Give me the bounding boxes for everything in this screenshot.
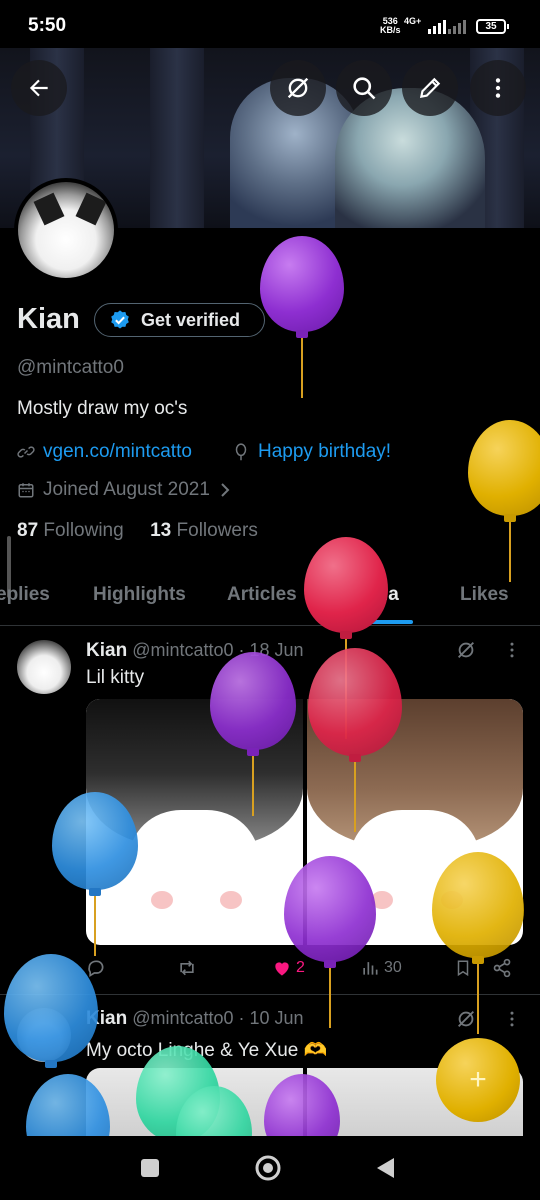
tab-articles[interactable]: Articles: [227, 584, 297, 606]
website-link[interactable]: vgen.co/mintcatto: [43, 441, 192, 463]
post-author-name[interactable]: Kian: [86, 1008, 127, 1029]
profile-bio: Mostly draw my oc's: [17, 398, 188, 419]
post-text: My octo Linghe & Ye Xue 🫶: [86, 1040, 328, 1061]
tab-highlights[interactable]: Highlights: [93, 584, 186, 606]
reply-icon: [88, 960, 104, 977]
status-time: 5:50: [28, 15, 67, 36]
post-media[interactable]: [86, 699, 523, 945]
profile-name: Kian: [17, 303, 80, 335]
repost-button[interactable]: [176, 958, 198, 978]
media-image-1[interactable]: [86, 1068, 303, 1138]
view-count: 30: [384, 959, 402, 976]
post-date[interactable]: · 18 Jun: [239, 640, 304, 660]
network-type: 4G+: [404, 16, 422, 26]
post-author-handle[interactable]: @mintcatto0: [132, 640, 233, 660]
follow-counts: 87 Following 13 Followers: [17, 520, 258, 542]
post-avatar[interactable]: [17, 1008, 71, 1062]
post-more-icon[interactable]: [502, 1009, 522, 1029]
more-vertical-icon: [495, 78, 501, 98]
post-more-icon[interactable]: [502, 640, 522, 660]
following-link[interactable]: 87 Following: [17, 520, 124, 541]
profile-website[interactable]: vgen.co/mintcatto: [17, 441, 192, 463]
profile-joined[interactable]: Joined August 2021: [17, 479, 232, 501]
bookmark-button[interactable]: [454, 958, 472, 978]
profile-birthday: Happy birthday!: [232, 441, 391, 463]
calendar-icon: [18, 483, 34, 498]
balloon-icon: [235, 443, 247, 461]
signal-icon: [428, 18, 446, 34]
nav-square-icon[interactable]: [140, 1158, 160, 1178]
media-image-1[interactable]: [86, 699, 303, 945]
share-button[interactable]: [492, 958, 512, 978]
views-button[interactable]: 30: [360, 958, 402, 978]
post-author-handle[interactable]: @mintcatto0: [132, 1008, 233, 1028]
search-button[interactable]: [336, 60, 392, 116]
tab-media[interactable]: Media: [345, 584, 399, 606]
followers-link[interactable]: 13 Followers: [150, 520, 258, 541]
post-header: Kian @mintcatto0 · 18 Jun: [86, 640, 304, 662]
verified-badge-icon: [111, 310, 129, 329]
post-actions: 2 30: [86, 958, 523, 984]
post-text: Lil kitty: [86, 667, 145, 688]
nav-home-icon[interactable]: [254, 1154, 282, 1182]
grok-button[interactable]: [270, 60, 326, 116]
profile-handle: @mintcatto0: [17, 357, 124, 378]
grok-icon[interactable]: [455, 639, 477, 661]
nav-back-icon[interactable]: [374, 1156, 396, 1180]
tab-likes[interactable]: Likes: [460, 584, 509, 606]
active-tab-indicator: [343, 620, 413, 624]
bookmark-icon: [457, 960, 469, 977]
heart-icon: [275, 962, 289, 976]
profile-tabs: eplies Highlights Articles Media Likes: [0, 570, 540, 626]
back-button[interactable]: [11, 60, 67, 116]
edit-icon: [419, 77, 441, 99]
get-verified-label: Get verified: [141, 309, 241, 330]
edit-button[interactable]: [402, 60, 458, 116]
more-button[interactable]: [470, 60, 526, 116]
post-separator: [0, 994, 540, 995]
share-icon: [493, 958, 511, 978]
compose-fab[interactable]: +: [436, 1038, 520, 1122]
joined-text: Joined August 2021: [43, 479, 210, 500]
signal2-icon: [448, 18, 466, 34]
get-verified-button[interactable]: Get verified: [94, 303, 265, 337]
system-nav-bar: [0, 1136, 540, 1200]
post-header: Kian @mintcatto0 · 10 Jun: [86, 1008, 304, 1030]
status-bar: 5:50 536 KB/s 4G+ 35: [0, 0, 540, 48]
grok-icon[interactable]: [455, 1008, 477, 1030]
like-count: 2: [296, 959, 305, 976]
back-arrow-icon: [29, 79, 48, 97]
post-avatar[interactable]: [17, 640, 71, 694]
like-button[interactable]: 2: [272, 958, 305, 978]
chevron-right-icon: [221, 483, 230, 497]
post-date[interactable]: · 10 Jun: [239, 1008, 304, 1028]
views-icon: [363, 962, 378, 975]
reply-button[interactable]: [86, 958, 106, 978]
network-speed: 536 KB/s: [380, 16, 401, 35]
birthday-text: Happy birthday!: [258, 441, 392, 462]
grok-icon: [287, 77, 309, 99]
profile-avatar[interactable]: [14, 178, 118, 282]
post-author-name[interactable]: Kian: [86, 640, 127, 661]
search-icon: [353, 77, 376, 100]
battery-icon: 35: [476, 19, 509, 34]
link-icon: [17, 446, 35, 458]
repost-icon: [180, 960, 194, 976]
tab-replies[interactable]: eplies: [0, 584, 50, 606]
media-image-2[interactable]: [306, 699, 523, 945]
